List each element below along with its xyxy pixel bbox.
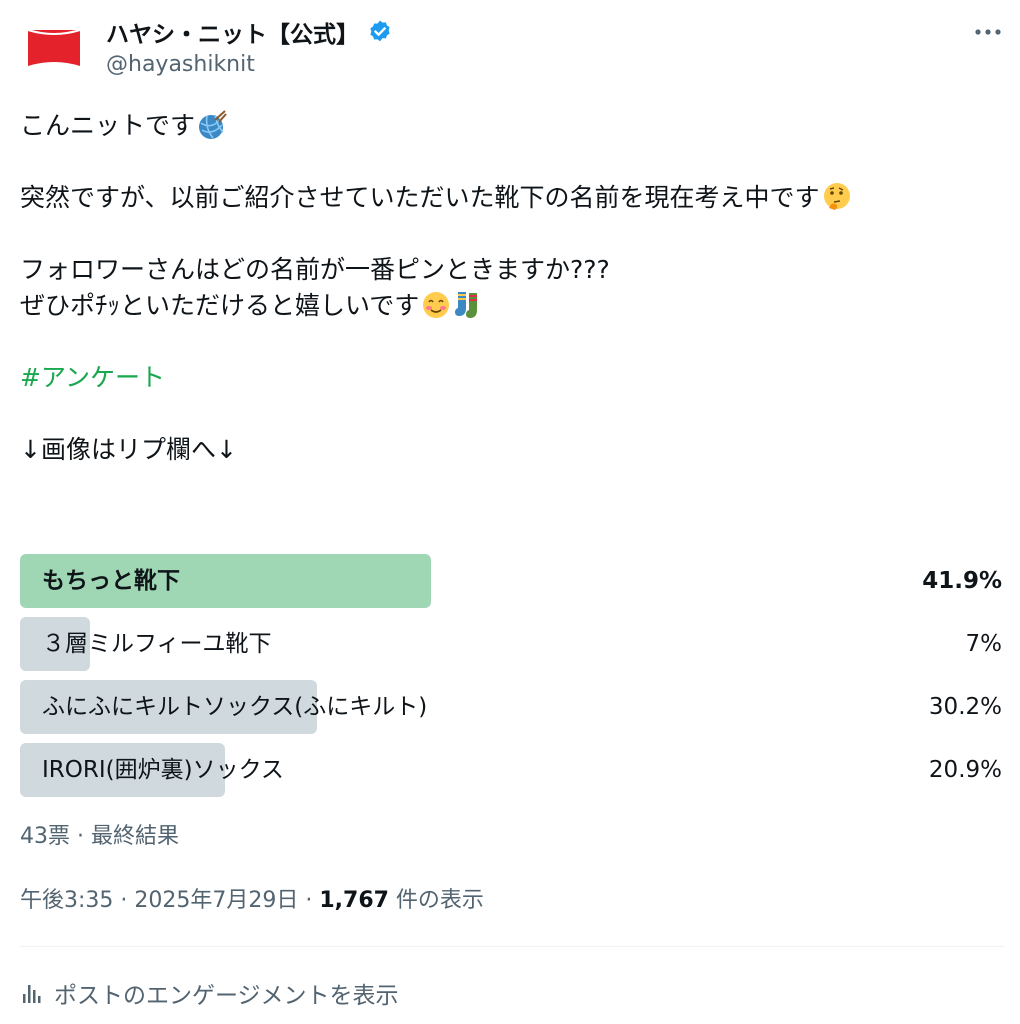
tweet-line: フォロワーさんはどの名前が一番ピンときますか??? — [20, 255, 610, 284]
timestamp: 午後3:35 · 2025年7月29日 · 1,767 件の表示 — [20, 882, 484, 914]
bar-chart-icon — [23, 985, 41, 1003]
tweet-line: ↓画像はリプ欄へ↓ — [20, 435, 237, 464]
display-name[interactable]: ハヤシ・ニット【公式】 — [106, 15, 359, 49]
poll-option: IRORI(囲炉裏)ソックス 20.9% — [20, 743, 1002, 797]
verified-badge-icon — [367, 19, 393, 45]
tweet-text: こんニットです 突然ですが、以前ご紹介させていただいた靴下の名前を現在考え中です… — [20, 108, 1000, 468]
poll-option-percent: 20.9% — [928, 757, 1002, 783]
more-options-icon[interactable] — [970, 18, 1006, 46]
view-count: 1,767 — [319, 888, 389, 913]
poll-option-label: ふにふにキルトソックス(ふにキルト) — [42, 694, 428, 720]
poll-meta: 43票 · 最終結果 — [20, 824, 179, 849]
poll-option-percent: 41.9% — [922, 568, 1002, 594]
tweet-line: 突然ですが、以前ご紹介させていただいた靴下の名前を現在考え中です — [20, 180, 1000, 216]
tweet-line-text: 突然ですが、以前ご紹介させていただいた靴下の名前を現在考え中です — [20, 183, 820, 212]
brand-logo-icon — [27, 29, 81, 66]
poll-option-label: IRORI(囲炉裏)ソックス — [42, 757, 284, 783]
poll-option: ふにふにキルトソックス(ふにキルト) 30.2% — [20, 680, 1002, 734]
hashtag-link[interactable]: #アンケート — [20, 360, 1000, 396]
view-label: 件の表示 — [388, 888, 484, 913]
tweet-line-text: こんニットです — [20, 111, 196, 140]
view-engagement-button[interactable]: ポストのエンゲージメントを表示 — [20, 976, 399, 1010]
thinking-face-icon — [822, 182, 852, 212]
smiling-face-icon — [421, 290, 451, 320]
poll-option-percent: 30.2% — [928, 694, 1002, 720]
divider — [20, 946, 1004, 947]
user-handle[interactable]: @hayashiknit — [106, 52, 255, 77]
tweet-line-text: ぜひポﾁｯといただけると嬉しいです — [20, 291, 420, 320]
poll-option: もちっと靴下 41.9% — [20, 554, 1002, 608]
poll: もちっと靴下 41.9% ３層ミルフィーユ靴下 7% ふにふにキルトソックス(ふにキルト… — [20, 554, 1002, 806]
avatar[interactable] — [26, 20, 82, 76]
socks-icon — [453, 290, 483, 320]
name-row: ハヤシ・ニット【公式】 — [106, 14, 393, 50]
yarn-ball-icon — [197, 110, 227, 140]
tweet-line: こんニットです — [20, 108, 1000, 144]
tweet-line: ぜひポﾁｯといただけると嬉しいです — [20, 288, 1000, 324]
tweet-header: ハヤシ・ニット【公式】 @hayashiknit — [26, 14, 1006, 94]
view-engagement-label: ポストのエンゲージメントを表示 — [54, 983, 399, 1009]
poll-option: ３層ミルフィーユ靴下 7% — [20, 617, 1002, 671]
poll-option-percent: 7% — [965, 631, 1003, 657]
poll-option-label: ３層ミルフィーユ靴下 — [42, 631, 272, 657]
poll-option-label: もちっと靴下 — [42, 568, 180, 594]
timestamp-date[interactable]: 午後3:35 · 2025年7月29日 · — [20, 888, 319, 913]
